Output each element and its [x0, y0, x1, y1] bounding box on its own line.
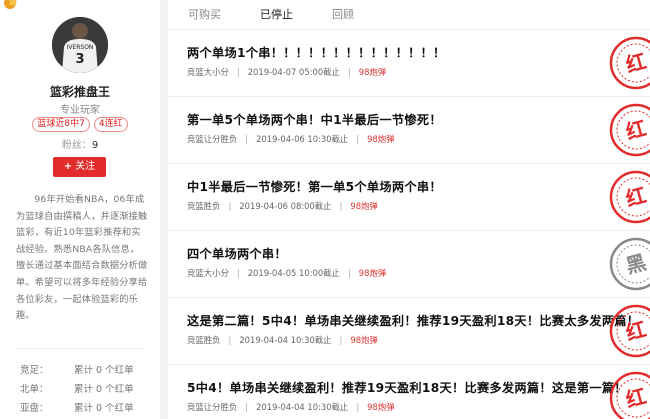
record-badge: 篮球近8中7	[32, 117, 90, 132]
stamp-label: 红	[623, 183, 649, 211]
article-meta: 竞篮胜负 | 2019-04-04 10:30截止 | 98炮弹	[187, 334, 378, 346]
profile-role: 专业玩家	[60, 105, 100, 116]
meta-separator: |	[347, 67, 351, 77]
red-result-stamp-icon: 红	[609, 36, 650, 90]
article-price: 98炮弹	[350, 335, 378, 345]
article-price: 98炮弹	[367, 134, 395, 144]
meta-separator: |	[356, 134, 360, 144]
svg-text:3: 3	[75, 52, 84, 67]
meta-separator: |	[228, 201, 232, 211]
tab-review[interactable]: 回顾	[332, 6, 354, 22]
meta-separator: |	[236, 268, 240, 278]
tab-purchasable[interactable]: 可购买	[188, 6, 221, 22]
meta-separator: |	[347, 268, 351, 278]
article-title[interactable]: 这是第二篇！5中4！单场串关继续盈利！推荐19天盈利18天！比赛太多发两篇！	[187, 311, 639, 329]
article-meta: 竞篮胜负 | 2019-04-06 08:00截止 | 98炮弹	[187, 200, 378, 212]
follow-button[interactable]: + 关注	[53, 157, 106, 177]
streak-badge: 4连红	[93, 117, 128, 132]
stamp-label: 黑	[623, 250, 649, 278]
article-title[interactable]: 两个单场1个串！！！！！！！！！！！！！！	[187, 43, 446, 61]
fans-label: 粉丝：	[61, 140, 92, 151]
avatar[interactable]: IVERSON 3	[52, 17, 108, 73]
stat-row-jingzu: 竞足： 累计 0 个红单	[20, 362, 150, 381]
article-item[interactable]: 第一单5个单场两个串！中1半最后一节惨死！ 竞篮让分胜负 | 2019-04-06 1…	[168, 98, 650, 164]
stat-label: 竞足：	[20, 365, 49, 376]
stat-value: 累计 0 个红单	[74, 384, 134, 395]
article-item[interactable]: 这是第二篇！5中4！单场串关继续盈利！推荐19天盈利18天！比赛太多发两篇！ 竞篮…	[168, 299, 650, 365]
article-title[interactable]: 中1半最后一节惨死！第一单5个单场两个串！	[187, 177, 442, 195]
tab-bar: 可购买 已停止 回顾	[168, 0, 650, 30]
article-price: 98炮弹	[367, 402, 395, 412]
svg-text:IVERSON: IVERSON	[67, 44, 94, 51]
red-result-stamp-icon: 红	[609, 103, 650, 157]
meta-separator: |	[356, 402, 360, 412]
article-category: 竞篮大小分	[187, 268, 229, 278]
stamp-label: 红	[623, 317, 649, 345]
article-price: 98炮弹	[358, 268, 387, 278]
red-result-stamp-icon: 红	[609, 371, 650, 419]
article-deadline: 2019-04-06 08:00截止	[239, 201, 332, 211]
article-title[interactable]: 四个单场两个串！	[187, 244, 287, 262]
plus-icon: +	[63, 161, 73, 172]
tab-stopped[interactable]: 已停止	[260, 6, 293, 22]
article-item[interactable]: 5中4！单场串关继续盈利！推荐19天盈利18天！比赛多发两篇！这是第一篇！ 竞篮让…	[168, 366, 650, 419]
stamp-label: 红	[623, 49, 649, 77]
article-deadline: 2019-04-04 10:30截止	[239, 335, 332, 345]
article-category: 竞篮胜负	[187, 201, 221, 211]
article-meta: 竞篮大小分 | 2019-04-05 10:00截止 | 98炮弹	[187, 267, 386, 279]
article-title[interactable]: 第一单5个单场两个串！中1半最后一节惨死！	[187, 110, 442, 128]
article-deadline: 2019-04-04 10:30截止	[256, 402, 349, 412]
stat-row-beidan: 北单： 累计 0 个红单	[20, 381, 150, 400]
article-meta: 竞篮大小分 | 2019-04-07 05:00截止 | 98炮弹	[187, 66, 386, 78]
article-deadline: 2019-04-06 10:30截止	[256, 134, 349, 144]
article-title[interactable]: 5中4！单场串关继续盈利！推荐19天盈利18天！比赛多发两篇！这是第一篇！	[187, 378, 627, 396]
meta-separator: |	[236, 67, 240, 77]
meta-separator: |	[339, 335, 343, 345]
black-result-stamp-icon: 黑	[609, 237, 650, 291]
article-item[interactable]: 中1半最后一节惨死！第一单5个单场两个串！ 竞篮胜负 | 2019-04-06 08:…	[168, 165, 650, 231]
avatar-image: IVERSON 3	[52, 17, 108, 73]
article-deadline: 2019-04-05 10:00截止	[247, 268, 340, 278]
article-category: 竞篮让分胜负	[187, 134, 238, 144]
article-item[interactable]: 两个单场1个串！！！！！！！！！！！！！！ 竞篮大小分 | 2019-04-07 05…	[168, 31, 650, 97]
meta-separator: |	[228, 335, 232, 345]
red-result-stamp-icon: 红	[609, 170, 650, 224]
article-price: 98炮弹	[350, 201, 378, 211]
stat-row-yapan: 亚盘： 累计 0 个红单	[20, 400, 150, 419]
article-deadline: 2019-04-07 05:00截止	[247, 67, 340, 77]
article-category: 竞篮胜负	[187, 335, 221, 345]
article-price: 98炮弹	[358, 67, 387, 77]
fans-value: 9	[91, 140, 99, 151]
follow-label: 关注	[75, 161, 96, 172]
fans-count: 粉丝：9	[0, 136, 160, 151]
meta-separator: |	[245, 134, 249, 144]
site-logo-icon[interactable]	[4, 0, 20, 10]
divider	[14, 348, 144, 349]
profile-bio: 96年开始看NBA，06年成为篮球自由撰稿人，并逐渐接触篮彩，有近10年篮彩推荐…	[16, 194, 148, 322]
stat-value: 累计 0 个红单	[74, 365, 134, 376]
stamp-label: 红	[623, 384, 649, 412]
stats-list: 竞足： 累计 0 个红单 北单： 累计 0 个红单 亚盘： 累计 0 个红单	[20, 362, 150, 419]
stat-label: 北单：	[20, 384, 49, 395]
stat-value: 累计 0 个红单	[74, 403, 134, 414]
meta-separator: |	[245, 402, 249, 412]
article-item[interactable]: 四个单场两个串！ 竞篮大小分 | 2019-04-05 10:00截止 | 98炮弹 黑	[168, 232, 650, 298]
article-meta: 竞篮让分胜负 | 2019-04-06 10:30截止 | 98炮弹	[187, 133, 395, 145]
stat-label: 亚盘：	[20, 403, 49, 414]
red-result-stamp-icon: 红	[609, 304, 650, 358]
stamp-label: 红	[623, 116, 649, 144]
meta-separator: |	[339, 201, 343, 211]
profile-name: 篮彩推盘王	[49, 85, 110, 99]
article-category: 竞篮让分胜负	[187, 402, 238, 412]
profile-badges: 篮球近8中7 4连红	[0, 117, 160, 132]
article-meta: 竞篮让分胜负 | 2019-04-04 10:30截止 | 98炮弹	[187, 401, 395, 413]
column-divider	[160, 0, 168, 419]
article-category: 竞篮大小分	[187, 67, 229, 77]
profile-sidebar: IVERSON 3 篮彩推盘王 专业玩家 篮球近8中7 4连红 粉丝：9 + 关注…	[0, 0, 160, 419]
